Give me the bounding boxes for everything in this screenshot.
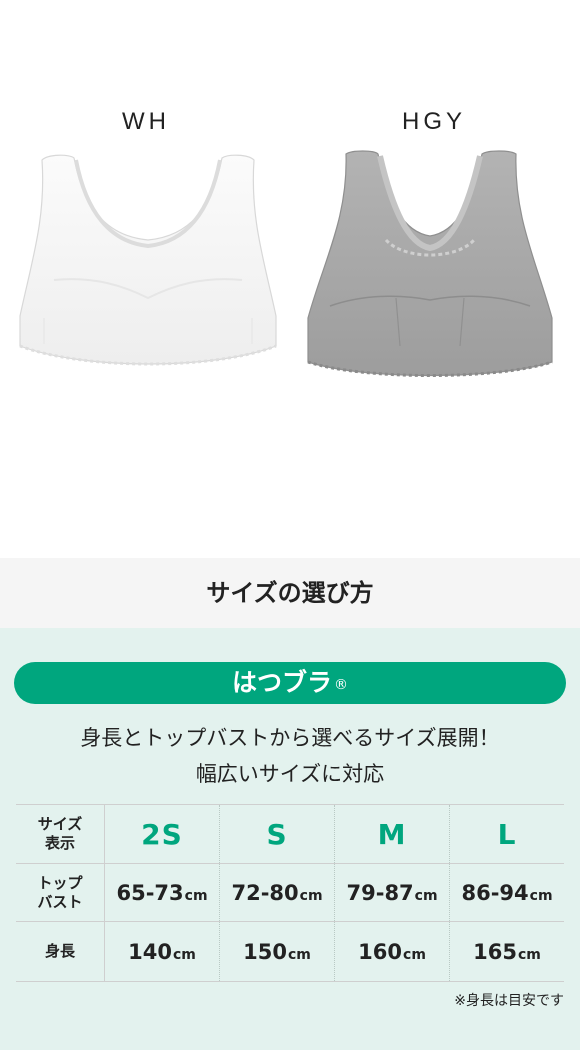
size-cell-s: S: [219, 804, 335, 864]
bust-cell-m: 79-87cm: [334, 863, 450, 922]
size-guide-panel: はつブラ ® 身長とトップバストから選べるサイズ展開！ 幅広いサイズに対応 サイズ…: [0, 628, 580, 1050]
table-row-size: サイズ 表示 2S S M L: [16, 804, 564, 864]
row-header-size: サイズ 表示: [16, 804, 105, 864]
height-cell-m: 160cm: [334, 921, 450, 982]
color-label-wh: WH: [122, 108, 170, 135]
size-table: サイズ 表示 2S S M L トップ バスト 65-73cm 72-80cm …: [16, 804, 564, 982]
size-cell-2s: 2S: [104, 804, 220, 864]
size-cell-l: L: [449, 804, 564, 864]
bra-image-white: [19, 154, 277, 366]
size-description: 身長とトップバストから選べるサイズ展開！ 幅広いサイズに対応: [0, 720, 580, 792]
bust-cell-l: 86-94cm: [449, 863, 564, 922]
brand-banner: はつブラ ®: [14, 662, 566, 704]
height-cell-2s: 140cm: [104, 921, 220, 982]
height-note: ※身長は目安です: [454, 993, 564, 1009]
section-title: サイズの選び方: [206, 579, 374, 607]
bust-cell-2s: 65-73cm: [104, 863, 220, 922]
registered-mark: ®: [334, 677, 348, 693]
product-colors: WH HGY: [0, 0, 580, 558]
table-row-top-bust: トップ バスト 65-73cm 72-80cm 79-87cm 86-94cm: [16, 863, 564, 922]
color-label-hgy: HGY: [401, 108, 466, 135]
height-cell-l: 165cm: [449, 921, 564, 982]
row-header-height: 身長: [16, 921, 105, 982]
table-row-height: 身長 140cm 150cm 160cm 165cm: [16, 921, 564, 982]
size-guide-header: サイズの選び方: [0, 558, 580, 628]
row-header-top-bust: トップ バスト: [16, 863, 105, 922]
brand-name: はつブラ: [231, 668, 332, 697]
description-line-2: 幅広いサイズに対応: [195, 762, 385, 786]
bust-cell-s: 72-80cm: [219, 863, 335, 922]
description-line-1: 身長とトップバストから選べるサイズ展開！: [80, 726, 500, 750]
height-cell-s: 150cm: [219, 921, 335, 982]
size-cell-m: M: [334, 804, 450, 864]
bra-image-gray: [307, 150, 553, 377]
